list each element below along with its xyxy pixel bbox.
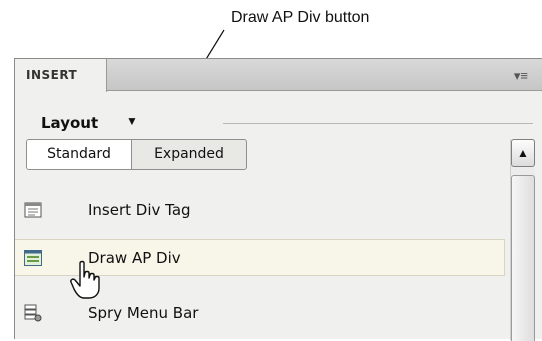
insert-div-tag-label: Insert Div Tag [88,201,191,219]
tab-insert[interactable]: INSERT [15,59,107,92]
scroll-up-button[interactable]: ▲ [511,139,535,167]
insert-div-tag-icon [24,202,42,218]
panel-menu-icon[interactable]: ▾≡ [514,68,528,84]
category-selector-label[interactable]: Layout [41,114,98,132]
standard-mode-button[interactable]: Standard [27,140,132,169]
insert-div-tag-button[interactable]: Insert Div Tag [15,192,505,229]
expanded-mode-button[interactable]: Expanded [132,140,246,169]
draw-ap-div-icon [24,250,42,266]
category-divider [223,123,533,124]
spry-menu-bar-label: Spry Menu Bar [88,304,199,322]
category-dropdown-icon[interactable]: ▼ [126,114,138,128]
panel-scrollbar[interactable]: ▲ [510,139,535,341]
spry-menu-bar-button[interactable]: Spry Menu Bar [15,295,505,332]
tab-insert-label: INSERT [26,68,78,82]
view-mode-toggle: Standard Expanded [26,139,247,170]
scroll-thumb[interactable] [511,175,535,341]
spry-menu-bar-icon [24,304,42,322]
hand-cursor-icon [70,260,100,299]
